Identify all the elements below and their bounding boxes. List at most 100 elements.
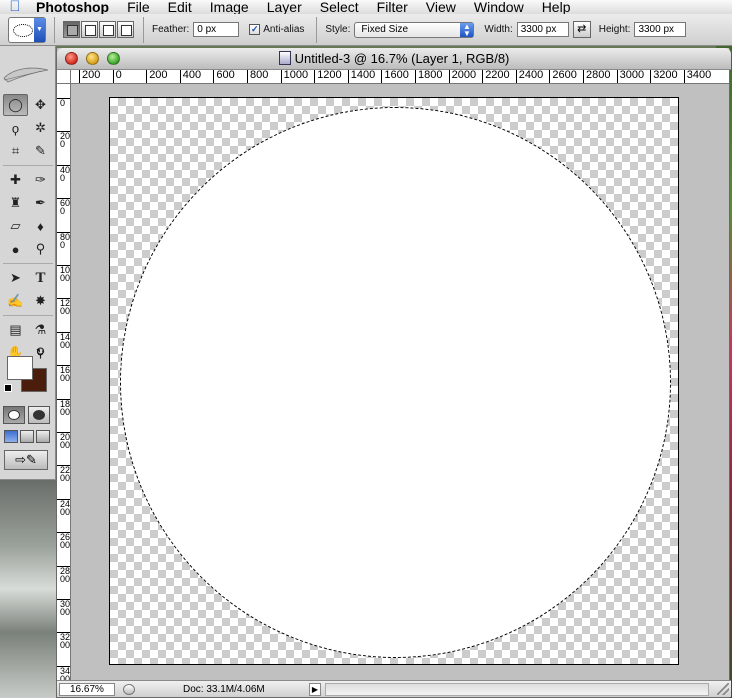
document-canvas[interactable] [109,97,679,665]
elliptical-selection-circle[interactable] [120,107,671,658]
document-window: Untitled-3 @ 16.7% (Layer 1, RGB/8) 200 0… [56,48,731,698]
ruler-h-label: 1400 [347,70,375,83]
vertical-scroll-area[interactable] [717,85,729,680]
ruler-h-label: 0 [112,70,122,83]
menu-app-name[interactable]: Photoshop [30,0,118,14]
status-menu-arrow-icon[interactable]: ▶ [309,683,321,696]
eraser-icon[interactable]: ▱ [3,215,28,237]
swap-colors-icon[interactable]: ↻ [36,348,44,359]
ruler-v-label: 1800 [57,398,70,416]
magic-wand-icon[interactable]: ✲ [28,117,53,139]
move-icon[interactable]: ✥ [28,94,53,116]
ruler-v-label: 800 [57,231,70,249]
ruler-h-label: 2600 [549,70,577,83]
paint-bucket-icon[interactable]: ♦ [28,215,53,237]
ruler-v-label: 1200 [57,298,70,316]
zoom-level-field[interactable]: 16.67% [59,683,115,696]
apple-menu-icon[interactable]:  [0,0,30,14]
crop-icon[interactable]: ⌗ [3,140,28,162]
menu-file[interactable]: File [118,0,159,14]
ruler-h-label: 3200 [650,70,678,83]
eyedropper-icon[interactable]: ⚗ [28,319,53,341]
add-to-selection-button[interactable] [81,21,98,38]
ruler-h-label: 1800 [415,70,442,83]
ruler-h-label: 3400 [683,70,711,83]
new-selection-button[interactable] [63,21,80,38]
ruler-v-label: 2000 [57,432,70,450]
menu-edit[interactable]: Edit [159,0,201,14]
path-selection-icon[interactable]: ➤ [3,267,28,289]
feather-logo-icon[interactable] [2,64,52,84]
ruler-h-label: 2400 [515,70,543,83]
height-label: Height: [598,24,631,35]
menu-bar:  Photoshop File Edit Image Layer Select… [0,0,732,14]
ruler-v-label: 2200 [57,465,70,483]
status-bar: 16.67% Doc: 33.1M/4.06M ▶ [57,680,731,697]
jump-to-imageready-button[interactable]: ⇨✎ [4,450,48,470]
menu-view[interactable]: View [417,0,465,14]
ruler-origin[interactable] [57,70,71,84]
type-icon[interactable]: T [28,267,53,289]
feather-label: Feather: [152,24,190,35]
vertical-ruler[interactable]: 0 200 400 600 800 1000 1200 1400 1600 1800 2000 220… [57,84,71,680]
menu-select[interactable]: Select [311,0,368,14]
antialias-checkbox[interactable]: ✓ [249,24,261,35]
standard-screen-mode-button[interactable] [4,430,18,443]
horizontal-scrollbar[interactable] [325,683,709,696]
antialias-label: Anti-alias [263,24,305,35]
clone-stamp-icon[interactable]: ♜ [3,192,28,214]
default-colors-icon[interactable] [4,384,12,392]
menu-window[interactable]: Window [465,0,533,14]
height-input[interactable]: 3300 px [634,22,687,37]
menu-image[interactable]: Image [201,0,258,14]
foreground-color-swatch[interactable] [7,356,33,380]
ruler-h-label: 600 [213,70,235,83]
menu-layer[interactable]: Layer [258,0,311,14]
resize-grip-icon[interactable] [717,683,729,695]
brush-icon[interactable]: ✑ [28,169,53,191]
tool-grid: ◯ ✥ ϙ ✲ ⌗ ✎ ✚ ✑ ♜ ✒ ▱ ♦ ● ⚲ ➤ T ✍ ✸ ▤ ⚗ … [3,94,53,365]
style-label: Style: [325,24,351,35]
subtract-from-selection-button[interactable] [99,21,116,38]
document-proxy-icon[interactable] [278,51,291,65]
ruler-v-label: 600 [57,198,70,216]
quick-mask-button[interactable] [28,406,50,424]
document-titlebar[interactable]: Untitled-3 @ 16.7% (Layer 1, RGB/8) [57,48,731,70]
slice-icon[interactable]: ✎ [28,140,53,162]
intersect-selection-button[interactable] [117,21,134,38]
menu-filter[interactable]: Filter [368,0,417,14]
ruler-v-label: 400 [57,164,70,182]
elliptical-marquee-icon[interactable]: ◯ [3,94,28,116]
ruler-v-label: 3400 [57,665,70,680]
canvas-pasteboard[interactable] [72,85,717,680]
pen-icon[interactable]: ✍ [3,290,28,312]
screen-mode-group [4,430,50,443]
options-divider [316,16,318,43]
standard-mode-button[interactable] [3,406,25,424]
width-label: Width: [484,24,513,35]
updown-arrows-icon: ▲ ▼ [460,22,474,37]
healing-brush-icon[interactable]: ✚ [3,169,28,191]
menu-help[interactable]: Help [533,0,580,14]
dodge-icon[interactable]: ⚲ [28,238,53,260]
elliptical-marquee-preset-icon [13,23,33,37]
history-brush-icon[interactable]: ✒ [28,192,53,214]
ruler-h-label: 1200 [314,70,342,83]
options-divider [54,16,55,43]
width-input[interactable]: 3300 px [516,22,569,37]
chevron-down-icon: ▼ [34,17,45,42]
lasso-icon[interactable]: ϙ [3,117,28,139]
full-screen-mode-button[interactable] [36,430,50,443]
custom-shape-icon[interactable]: ✸ [28,290,53,312]
tool-preset-picker[interactable]: ▼ [8,16,46,43]
feather-input[interactable]: 0 px [193,22,240,37]
horizontal-ruler[interactable]: 200 0 200 400 600 800 1000 1200 1400 1600 1800 2000… [71,70,729,84]
blur-icon[interactable]: ● [3,238,28,260]
style-select[interactable]: Fixed Size ▲ ▼ [354,21,475,38]
ruler-h-label: 800 [247,70,268,83]
ruler-h-label: 400 [179,70,201,83]
swap-width-height-button[interactable]: ⇄ [572,21,591,38]
notes-icon[interactable]: ▤ [3,319,28,341]
full-screen-menu-mode-button[interactable] [20,430,34,443]
status-info-icon[interactable] [123,684,135,695]
